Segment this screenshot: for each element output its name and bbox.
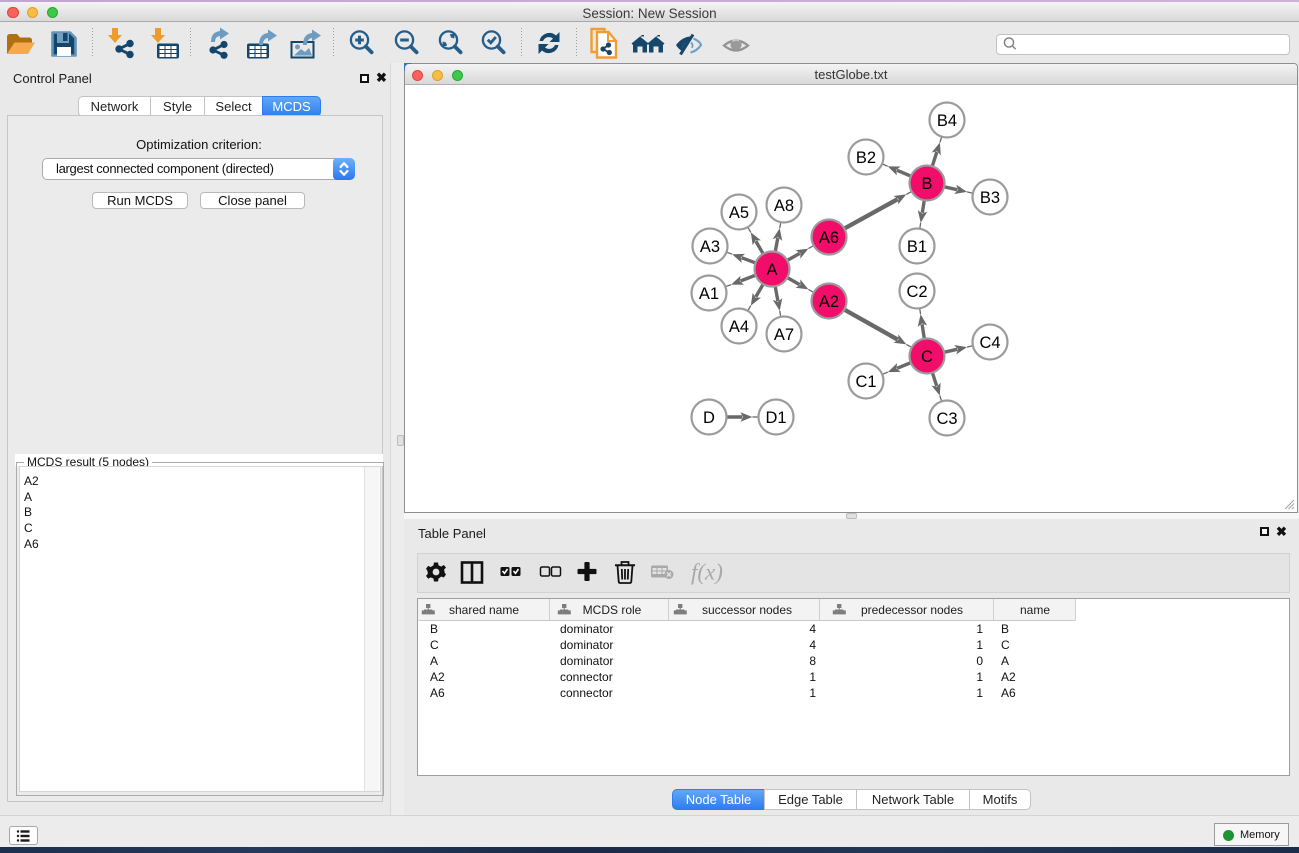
svg-text:A7: A7 <box>774 326 794 344</box>
svg-text:C1: C1 <box>855 373 876 391</box>
svg-text:B: B <box>1001 622 1009 636</box>
svg-text:C: C <box>1001 638 1010 652</box>
svg-text:B: B <box>430 622 438 636</box>
svg-text:1: 1 <box>976 670 983 684</box>
svg-text:D1: D1 <box>765 409 786 427</box>
svg-text:B1: B1 <box>907 238 927 256</box>
svg-text:A6: A6 <box>1001 686 1016 700</box>
svg-text:B4: B4 <box>937 112 957 130</box>
svg-text:successor nodes: successor nodes <box>702 603 792 617</box>
svg-text:1: 1 <box>809 670 816 684</box>
svg-text:A5: A5 <box>729 204 749 222</box>
svg-text:A: A <box>1001 654 1009 668</box>
svg-text:A2: A2 <box>1001 670 1016 684</box>
svg-text:C: C <box>921 348 933 366</box>
svg-text:1: 1 <box>976 638 983 652</box>
svg-text:B2: B2 <box>856 149 876 167</box>
svg-text:A4: A4 <box>729 318 749 336</box>
svg-text:A6: A6 <box>430 686 445 700</box>
svg-text:A3: A3 <box>700 238 720 256</box>
svg-text:name: name <box>1020 603 1050 617</box>
svg-text:predecessor nodes: predecessor nodes <box>861 603 963 617</box>
svg-text:A: A <box>430 654 438 668</box>
svg-text:A8: A8 <box>774 197 794 215</box>
svg-text:4: 4 <box>809 638 816 652</box>
svg-text:A2: A2 <box>819 293 839 311</box>
svg-text:connector: connector <box>560 670 613 684</box>
svg-text:A1: A1 <box>699 285 719 303</box>
svg-text:B3: B3 <box>980 189 1000 207</box>
svg-text:1: 1 <box>809 686 816 700</box>
svg-text:A6: A6 <box>819 229 839 247</box>
svg-text:A: A <box>766 261 777 279</box>
svg-text:dominator: dominator <box>560 622 613 636</box>
svg-text:D: D <box>703 409 715 427</box>
svg-text:shared name: shared name <box>449 603 519 617</box>
svg-text:1: 1 <box>976 622 983 636</box>
svg-text:C3: C3 <box>936 410 957 428</box>
svg-text:MCDS role: MCDS role <box>583 603 642 617</box>
svg-text:dominator: dominator <box>560 654 613 668</box>
svg-text:B: B <box>921 175 932 193</box>
svg-text:connector: connector <box>560 686 613 700</box>
svg-text:8: 8 <box>809 654 816 668</box>
svg-text:1: 1 <box>976 686 983 700</box>
svg-text:4: 4 <box>809 622 816 636</box>
svg-text:dominator: dominator <box>560 638 613 652</box>
svg-text:0: 0 <box>976 654 983 668</box>
svg-text:C4: C4 <box>979 334 1000 352</box>
svg-text:A2: A2 <box>430 670 445 684</box>
svg-text:C2: C2 <box>906 283 927 301</box>
svg-text:f(x): f(x) <box>691 560 723 585</box>
svg-text:C: C <box>430 638 439 652</box>
